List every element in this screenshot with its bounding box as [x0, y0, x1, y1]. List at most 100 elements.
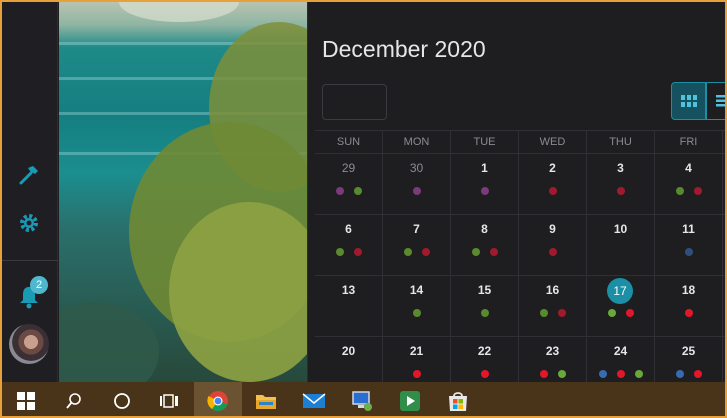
- calendar-day-today[interactable]: 17: [587, 276, 655, 336]
- day-number: 9: [549, 222, 556, 236]
- event-dot: [480, 309, 489, 317]
- calendar-view-toggle: [671, 82, 725, 120]
- list-view-button[interactable]: [706, 82, 725, 120]
- day-number: 17: [607, 278, 633, 304]
- network-computer-icon[interactable]: [338, 382, 386, 416]
- weekday-header-fri: FRI: [655, 131, 723, 153]
- event-dot: [353, 248, 362, 256]
- event-indicators: [315, 187, 382, 195]
- chrome-icon[interactable]: [194, 382, 242, 416]
- calendar-day-cell[interactable]: 7: [383, 215, 451, 275]
- event-indicators: [519, 187, 586, 195]
- month-view-button[interactable]: [671, 82, 706, 120]
- day-number: 8: [481, 222, 488, 236]
- event-indicators: [451, 309, 518, 317]
- notifications-button[interactable]: 2: [14, 276, 48, 312]
- weekday-header-wed: WED: [519, 131, 587, 153]
- event-indicators: [655, 248, 722, 256]
- microsoft-store-icon[interactable]: [434, 382, 482, 416]
- event-dot: [634, 370, 643, 378]
- day-number: 3: [617, 161, 624, 175]
- calendar-day-cell[interactable]: 30: [383, 154, 451, 214]
- weekday-header-tue: TUE: [451, 131, 519, 153]
- day-number: 20: [341, 344, 356, 358]
- grid-icon: [680, 95, 697, 107]
- day-number: 14: [409, 283, 424, 297]
- calendar-day-cell[interactable]: 10: [587, 215, 655, 275]
- user-avatar[interactable]: [9, 324, 49, 364]
- event-dot: [598, 370, 607, 378]
- calendar-today-button[interactable]: [322, 84, 387, 120]
- event-dot: [548, 187, 557, 195]
- event-dot: [675, 370, 684, 378]
- file-explorer-icon[interactable]: [242, 382, 290, 416]
- hammer-icon[interactable]: [14, 160, 44, 190]
- event-indicators: [451, 370, 518, 378]
- event-indicators: [655, 187, 722, 195]
- calendar-day-cell[interactable]: 3: [587, 154, 655, 214]
- event-indicators: [383, 309, 450, 317]
- calendar-day-cell[interactable]: 4: [655, 154, 723, 214]
- calendar-week-row: 13 14 15 16 17 18: [315, 276, 725, 337]
- calendar-day-cell[interactable]: 8: [451, 215, 519, 275]
- calendar-weeks: 29 30 1 2 3 4 6 7 8 9 10 11 13 14 15 16 17 18 20 21 22 23 24 25: [315, 154, 725, 398]
- day-number: 18: [681, 283, 696, 297]
- event-dot: [539, 370, 548, 378]
- day-number: 2: [549, 161, 556, 175]
- event-dot: [471, 248, 480, 256]
- calendar-month-grid: SUN MON TUE WED THU FRI 29 30 1 2 3 4 6 7 8 9 10 11 13 14 1…: [315, 130, 725, 398]
- gear-icon[interactable]: [14, 208, 44, 238]
- calendar-day-cell[interactable]: 18: [655, 276, 723, 336]
- calendar-day-cell[interactable]: 11: [655, 215, 723, 275]
- day-number: 1: [481, 161, 488, 175]
- event-indicators: [587, 370, 654, 378]
- task-view-icon[interactable]: [146, 382, 194, 416]
- mail-icon[interactable]: [290, 382, 338, 416]
- event-indicators: [587, 187, 654, 195]
- event-dot: [335, 248, 344, 256]
- event-dot: [684, 309, 693, 317]
- day-number: 30: [409, 161, 424, 175]
- calendar-week-row: 6 7 8 9 10 11: [315, 215, 725, 276]
- event-indicators: [655, 309, 722, 317]
- calendar-day-cell[interactable]: 13: [315, 276, 383, 336]
- weekday-header-sun: SUN: [315, 131, 383, 153]
- event-indicators: [451, 248, 518, 256]
- event-indicators: [655, 370, 722, 378]
- calendar-day-cell[interactable]: 1: [451, 154, 519, 214]
- event-indicators: [519, 309, 586, 317]
- media-player-icon[interactable]: [386, 382, 434, 416]
- calendar-week-row: 29 30 1 2 3 4: [315, 154, 725, 215]
- event-dot: [539, 309, 548, 317]
- event-dot: [616, 370, 625, 378]
- event-dot: [616, 187, 625, 195]
- day-number: 24: [613, 344, 628, 358]
- event-dot: [353, 187, 362, 195]
- calendar-panel: December 2020 SUN MON TUE WED THU FRI 29 30 1 2 3…: [307, 2, 725, 398]
- calendar-day-cell[interactable]: 2: [519, 154, 587, 214]
- calendar-day-cell[interactable]: 16: [519, 276, 587, 336]
- event-dot: [412, 370, 421, 378]
- background-landscape-image: [59, 2, 307, 382]
- calendar-day-cell[interactable]: 15: [451, 276, 519, 336]
- calendar-day-cell[interactable]: 29: [315, 154, 383, 214]
- weekday-header-mon: MON: [383, 131, 451, 153]
- list-icon: [715, 95, 725, 107]
- notification-badge: 2: [30, 276, 48, 294]
- day-number: 15: [477, 283, 492, 297]
- cortana-icon[interactable]: [98, 382, 146, 416]
- weekday-header-row: SUN MON TUE WED THU FRI: [315, 130, 725, 154]
- event-indicators: [519, 248, 586, 256]
- calendar-day-cell[interactable]: 9: [519, 215, 587, 275]
- day-number: 11: [682, 222, 695, 236]
- calendar-day-cell[interactable]: 14: [383, 276, 451, 336]
- calendar-day-cell[interactable]: 6: [315, 215, 383, 275]
- windows-start-icon[interactable]: [2, 382, 50, 416]
- event-dot: [412, 187, 421, 195]
- event-indicators: [315, 248, 382, 256]
- event-dot: [412, 309, 421, 317]
- search-icon[interactable]: [50, 382, 98, 416]
- day-number: 29: [341, 161, 356, 175]
- day-number: 22: [477, 344, 492, 358]
- event-dot: [693, 370, 702, 378]
